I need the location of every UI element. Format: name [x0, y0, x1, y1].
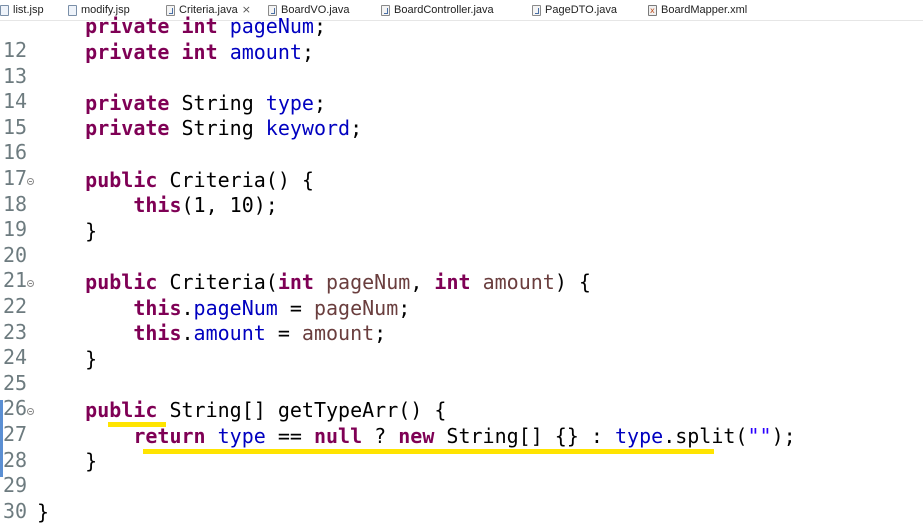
code-line: 19 this(1, 10); — [0, 193, 923, 241]
code-text: private int amount; — [85, 39, 314, 64]
code-line: 18 public Criteria() { — [0, 167, 923, 216]
code-line: 23 this.pageNum = pageNum; — [0, 295, 923, 344]
code-text: this(1, 10); — [133, 193, 278, 218]
code-line: 20 } — [0, 218, 923, 267]
code-line: 27 public String[] getTypeArr() { — [0, 398, 923, 446]
code-text: return type == null ? new String[] {} : … — [133, 423, 796, 448]
fold-toggle-icon[interactable] — [27, 280, 34, 287]
code-text: public String[] getTypeArr() { — [85, 398, 447, 422]
code-line: 28 return type == null ? new String[] {}… — [0, 423, 923, 472]
code-text: } — [37, 346, 98, 371]
code-text: private String keyword; — [85, 116, 363, 141]
code-line: 13 private int amount; — [0, 39, 923, 88]
code-text: this.amount = amount; — [133, 321, 387, 346]
code-line: 31 } — [0, 500, 923, 526]
code-line: 26 — [0, 372, 923, 420]
code-line: 24 this.amount = amount; — [0, 321, 923, 369]
code-line: 17 — [0, 142, 923, 190]
code-line: 25 } — [0, 346, 923, 395]
code-text: this.pageNum = pageNum; — [133, 295, 411, 320]
code-line: 14 — [0, 65, 923, 113]
code-line: 22 public Criteria(int pageNum, int amou… — [0, 270, 923, 318]
code-line: 15 private String type; — [0, 90, 923, 139]
code-line: 21 — [0, 244, 923, 292]
code-text: } — [37, 500, 50, 525]
code-text: private int pageNum; — [85, 14, 327, 38]
code-text: } — [37, 449, 98, 474]
code-line: 30 — [0, 475, 923, 523]
code-line: 16 private String keyword; — [0, 116, 923, 164]
fold-toggle-icon[interactable] — [27, 177, 34, 185]
fold-toggle-icon[interactable] — [27, 408, 34, 415]
eclipse-editor-window: list.jsp modify.jsp Criteria.java × Boar… — [0, 0, 923, 526]
code-line: 12 private int pageNum; — [0, 14, 923, 62]
code-text: public Criteria(int pageNum, int amount)… — [85, 270, 591, 294]
code-text: } — [37, 218, 98, 243]
code-editor[interactable]: 12 private int pageNum; 13 private int a… — [0, 14, 923, 526]
code-text: private String type; — [85, 90, 327, 115]
code-line: 29 } — [0, 449, 923, 497]
code-text: public Criteria() { — [85, 167, 314, 192]
